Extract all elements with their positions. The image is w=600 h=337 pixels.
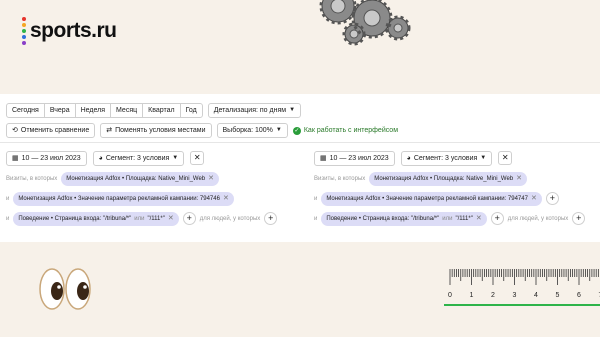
ruler-number: 2 xyxy=(491,292,495,299)
segment-label: Сегмент: 3 условия xyxy=(413,154,478,162)
period-year-button[interactable]: Год xyxy=(179,103,203,118)
condition-text: Монетизация Adfox • Площадка: Native_Min… xyxy=(66,175,206,182)
visits-label: Визиты, в которых xyxy=(314,175,366,182)
condition-chip[interactable]: Монетизация Adfox • Площадка: Native_Min… xyxy=(61,171,220,186)
close-icon[interactable]: ✕ xyxy=(531,192,537,206)
detail-dropdown[interactable]: Детализация: по дням ▼ xyxy=(207,103,302,118)
period-week-button[interactable]: Неделя xyxy=(74,103,112,118)
chevron-down-icon: ▼ xyxy=(172,154,179,161)
chevron-down-icon: ▼ xyxy=(289,107,296,113)
segment-dropdown[interactable]: ◕ Сегмент: 3 условия ▼ xyxy=(400,150,493,166)
close-icon[interactable]: ✕ xyxy=(208,172,214,186)
segment-dropdown[interactable]: ◕ Сегмент: 3 условия ▼ xyxy=(92,150,185,166)
segment-icon: ◕ xyxy=(98,154,103,162)
chevron-down-icon: ▼ xyxy=(480,154,487,161)
condition-or-label: или xyxy=(134,215,145,222)
ruler-number: 3 xyxy=(513,292,517,299)
date-range-button[interactable]: ▦ 10 — 23 июл 2023 xyxy=(314,150,395,166)
and-label: и xyxy=(6,195,10,202)
help-icon: ✓ xyxy=(292,126,301,135)
close-icon[interactable]: ✕ xyxy=(190,151,205,165)
and-label: и xyxy=(314,215,318,222)
people-hint: для людей, у которых xyxy=(199,215,261,222)
condition-text: Поведение • Страница входа: "/tribuna/*" xyxy=(18,215,132,222)
gears-icon xyxy=(319,0,411,46)
detail-dropdown-label: Детализация: по дням xyxy=(213,107,287,114)
report-settings-panel: Сегодня Вчера Неделя Месяц Квартал Год Д… xyxy=(0,94,600,242)
close-icon[interactable]: ✕ xyxy=(223,192,229,206)
date-range-label: 10 — 23 июл 2023 xyxy=(21,154,81,162)
date-range-button[interactable]: ▦ 10 — 23 июл 2023 xyxy=(6,150,87,166)
ruler-number: 5 xyxy=(556,292,560,299)
ruler-number: 1 xyxy=(470,292,474,299)
close-icon[interactable]: ✕ xyxy=(476,212,482,226)
ruler-number: 0 xyxy=(448,292,452,299)
condition-text: "/111*" xyxy=(455,215,473,222)
plus-icon[interactable]: + xyxy=(490,212,504,225)
and-label: и xyxy=(6,215,10,222)
calendar-icon: ▦ xyxy=(12,154,19,162)
divider xyxy=(0,142,600,143)
swap-conditions-button[interactable]: ⇄ Поменять условия местами xyxy=(100,123,212,138)
segment-icon: ◕ xyxy=(406,154,411,162)
date-range-label: 10 — 23 июл 2023 xyxy=(329,154,389,162)
cancel-compare-button[interactable]: ⟲ Отменить сравнение xyxy=(6,123,96,138)
sample-dropdown[interactable]: Выборка: 100% ▼ xyxy=(216,123,288,138)
condition-chip[interactable]: Монетизация Adfox • Значение параметра р… xyxy=(13,191,234,206)
undo-icon: ⟲ xyxy=(12,127,18,134)
close-icon[interactable]: ✕ xyxy=(516,172,522,186)
swap-icon: ⇄ xyxy=(106,127,113,134)
logo-text: sports.ru xyxy=(30,19,117,42)
condition-text: Поведение • Страница входа: "/tribuna/*" xyxy=(326,215,440,222)
logo-dots xyxy=(22,17,26,45)
actions-toolbar: ⟲ Отменить сравнение ⇄ Поменять условия … xyxy=(6,123,398,138)
condition-text: Монетизация Adfox • Значение параметра р… xyxy=(326,195,528,202)
plus-icon[interactable]: + xyxy=(264,212,278,225)
condition-chip[interactable]: Монетизация Adfox • Значение параметра р… xyxy=(321,191,542,206)
help-link-label: Как работать с интерфейсом xyxy=(303,127,399,134)
cancel-compare-label: Отменить сравнение xyxy=(20,127,90,134)
period-month-button[interactable]: Месяц xyxy=(110,103,144,118)
condition-text: Монетизация Adfox • Значение параметра р… xyxy=(18,195,220,202)
help-link[interactable]: ✓ Как работать с интерфейсом xyxy=(292,126,399,135)
eyes-icon xyxy=(39,268,91,310)
condition-text: "/111*" xyxy=(147,215,165,222)
close-icon[interactable]: ✕ xyxy=(168,212,174,226)
plus-icon[interactable]: + xyxy=(182,212,196,225)
condition-chip[interactable]: Поведение • Страница входа: "/tribuna/*"… xyxy=(13,211,179,226)
period-quarter-button[interactable]: Квартал xyxy=(142,103,181,118)
condition-or-label: или xyxy=(442,215,453,222)
compare-column-right: ▦ 10 — 23 июл 2023 ◕ Сегмент: 3 условия … xyxy=(314,150,600,226)
sports-ru-logo[interactable]: sports.ru xyxy=(22,16,117,46)
condition-chip[interactable]: Поведение • Страница входа: "/tribuna/*"… xyxy=(321,211,487,226)
period-today-button[interactable]: Сегодня xyxy=(6,103,45,118)
sample-label: Выборка: 100% xyxy=(222,127,273,134)
ruler-number: 6 xyxy=(577,292,581,299)
compare-column-left: ▦ 10 — 23 июл 2023 ◕ Сегмент: 3 условия … xyxy=(6,150,296,226)
chevron-down-icon: ▼ xyxy=(275,127,282,133)
plus-icon[interactable]: + xyxy=(572,212,586,225)
visits-label: Визиты, в которых xyxy=(6,175,58,182)
ruler-number: 4 xyxy=(534,292,538,299)
period-yesterday-button[interactable]: Вчера xyxy=(43,103,76,118)
ruler-icon: 01234567 xyxy=(444,266,600,306)
segment-label: Сегмент: 3 условия xyxy=(105,154,170,162)
condition-chip[interactable]: Монетизация Adfox • Площадка: Native_Min… xyxy=(369,171,528,186)
calendar-icon: ▦ xyxy=(320,154,327,162)
condition-text: Монетизация Adfox • Площадка: Native_Min… xyxy=(374,175,514,182)
close-icon[interactable]: ✕ xyxy=(498,151,513,165)
people-hint: для людей, у которых xyxy=(507,215,569,222)
and-label: и xyxy=(314,195,318,202)
period-toolbar: Сегодня Вчера Неделя Месяц Квартал Год Д… xyxy=(6,103,302,118)
period-selector: Сегодня Вчера Неделя Месяц Квартал Год xyxy=(6,103,203,118)
plus-icon[interactable]: + xyxy=(545,192,559,205)
swap-conditions-label: Поменять условия местами xyxy=(115,127,206,134)
